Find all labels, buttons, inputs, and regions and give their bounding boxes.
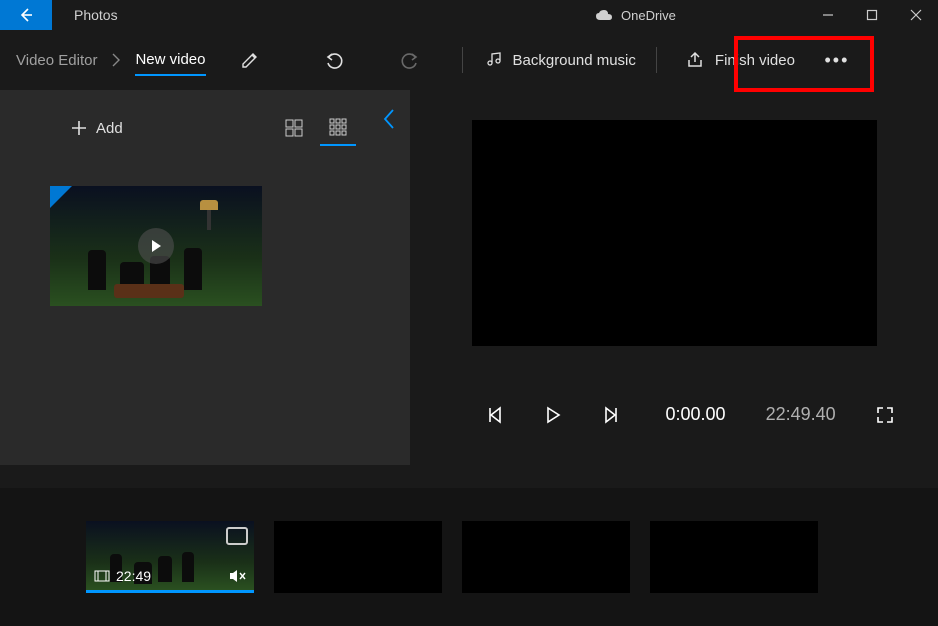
undo-button[interactable] bbox=[310, 36, 358, 84]
onedrive-status[interactable]: OneDrive bbox=[595, 8, 676, 23]
fullscreen-button[interactable] bbox=[876, 406, 894, 424]
storyboard-clip[interactable]: 22:49 bbox=[86, 521, 254, 593]
storyboard: 22:49 bbox=[0, 488, 938, 626]
media-thumbnail[interactable] bbox=[50, 186, 262, 306]
close-button[interactable] bbox=[894, 0, 938, 30]
storyboard-clip[interactable] bbox=[274, 521, 442, 593]
preview-area: 0:00.00 22:49.40 bbox=[410, 90, 938, 490]
mute-icon bbox=[228, 568, 246, 584]
background-music-button[interactable]: Background music bbox=[477, 50, 642, 70]
play-icon bbox=[544, 406, 562, 424]
window-controls bbox=[806, 0, 938, 30]
large-grid-button[interactable] bbox=[276, 110, 312, 146]
onedrive-label: OneDrive bbox=[621, 8, 676, 23]
prev-frame-icon bbox=[486, 406, 504, 424]
separator bbox=[656, 47, 657, 73]
project-library-panel: Add bbox=[0, 90, 410, 465]
more-icon: ••• bbox=[825, 50, 850, 71]
breadcrumb-root[interactable]: Video Editor bbox=[16, 52, 97, 69]
plus-icon bbox=[70, 119, 88, 137]
titlebar: Photos OneDrive bbox=[0, 0, 938, 30]
next-frame-button[interactable] bbox=[602, 406, 620, 424]
clip-duration: 22:49 bbox=[116, 568, 151, 584]
preview-screen[interactable] bbox=[472, 120, 877, 346]
add-media-button[interactable]: Add bbox=[62, 111, 131, 145]
cloud-icon bbox=[595, 9, 613, 21]
back-button[interactable] bbox=[0, 0, 52, 30]
rename-button[interactable] bbox=[226, 36, 274, 84]
storyboard-clip[interactable] bbox=[462, 521, 630, 593]
breadcrumb-current[interactable]: New video bbox=[135, 51, 205, 76]
play-button[interactable] bbox=[544, 406, 562, 424]
separator bbox=[462, 47, 463, 73]
app-title: Photos bbox=[74, 7, 118, 23]
expand-icon bbox=[876, 406, 894, 424]
add-label: Add bbox=[96, 120, 123, 137]
redo-button[interactable] bbox=[386, 36, 434, 84]
breadcrumb: Video Editor New video bbox=[16, 45, 206, 76]
back-arrow-icon bbox=[17, 6, 35, 24]
current-time: 0:00.00 bbox=[666, 404, 726, 425]
panel-header: Add bbox=[0, 90, 410, 152]
minimize-button[interactable] bbox=[806, 0, 850, 30]
maximize-button[interactable] bbox=[850, 0, 894, 30]
finish-video-button[interactable]: Finish video bbox=[671, 42, 809, 78]
play-icon bbox=[149, 239, 163, 253]
toolbar: Video Editor New video Background music … bbox=[0, 30, 938, 90]
next-frame-icon bbox=[602, 406, 620, 424]
finish-video-label: Finish video bbox=[715, 52, 795, 69]
playback-controls: 0:00.00 22:49.40 bbox=[472, 404, 877, 425]
chevron-left-icon bbox=[382, 108, 396, 130]
share-icon bbox=[685, 50, 705, 70]
clip-select-checkbox[interactable] bbox=[226, 527, 248, 545]
clip-mute-button[interactable] bbox=[228, 568, 246, 584]
film-icon bbox=[94, 570, 110, 582]
collapse-panel-button[interactable] bbox=[382, 108, 396, 130]
music-note-icon bbox=[483, 50, 503, 70]
undo-icon bbox=[323, 49, 345, 71]
total-time: 22:49.40 bbox=[766, 404, 836, 425]
main-area: Add bbox=[0, 90, 938, 490]
clip-info: 22:49 bbox=[94, 568, 151, 584]
storyboard-clip[interactable] bbox=[650, 521, 818, 593]
small-grid-button[interactable] bbox=[320, 110, 356, 146]
view-toggles bbox=[276, 110, 356, 146]
grid-2x2-icon bbox=[285, 119, 303, 137]
play-overlay bbox=[138, 228, 174, 264]
pencil-icon bbox=[240, 50, 260, 70]
grid-3x3-icon bbox=[329, 118, 347, 136]
background-music-label: Background music bbox=[513, 52, 636, 69]
more-button[interactable]: ••• bbox=[817, 40, 857, 80]
previous-frame-button[interactable] bbox=[486, 406, 504, 424]
chevron-right-icon bbox=[111, 53, 121, 67]
redo-icon bbox=[399, 49, 421, 71]
